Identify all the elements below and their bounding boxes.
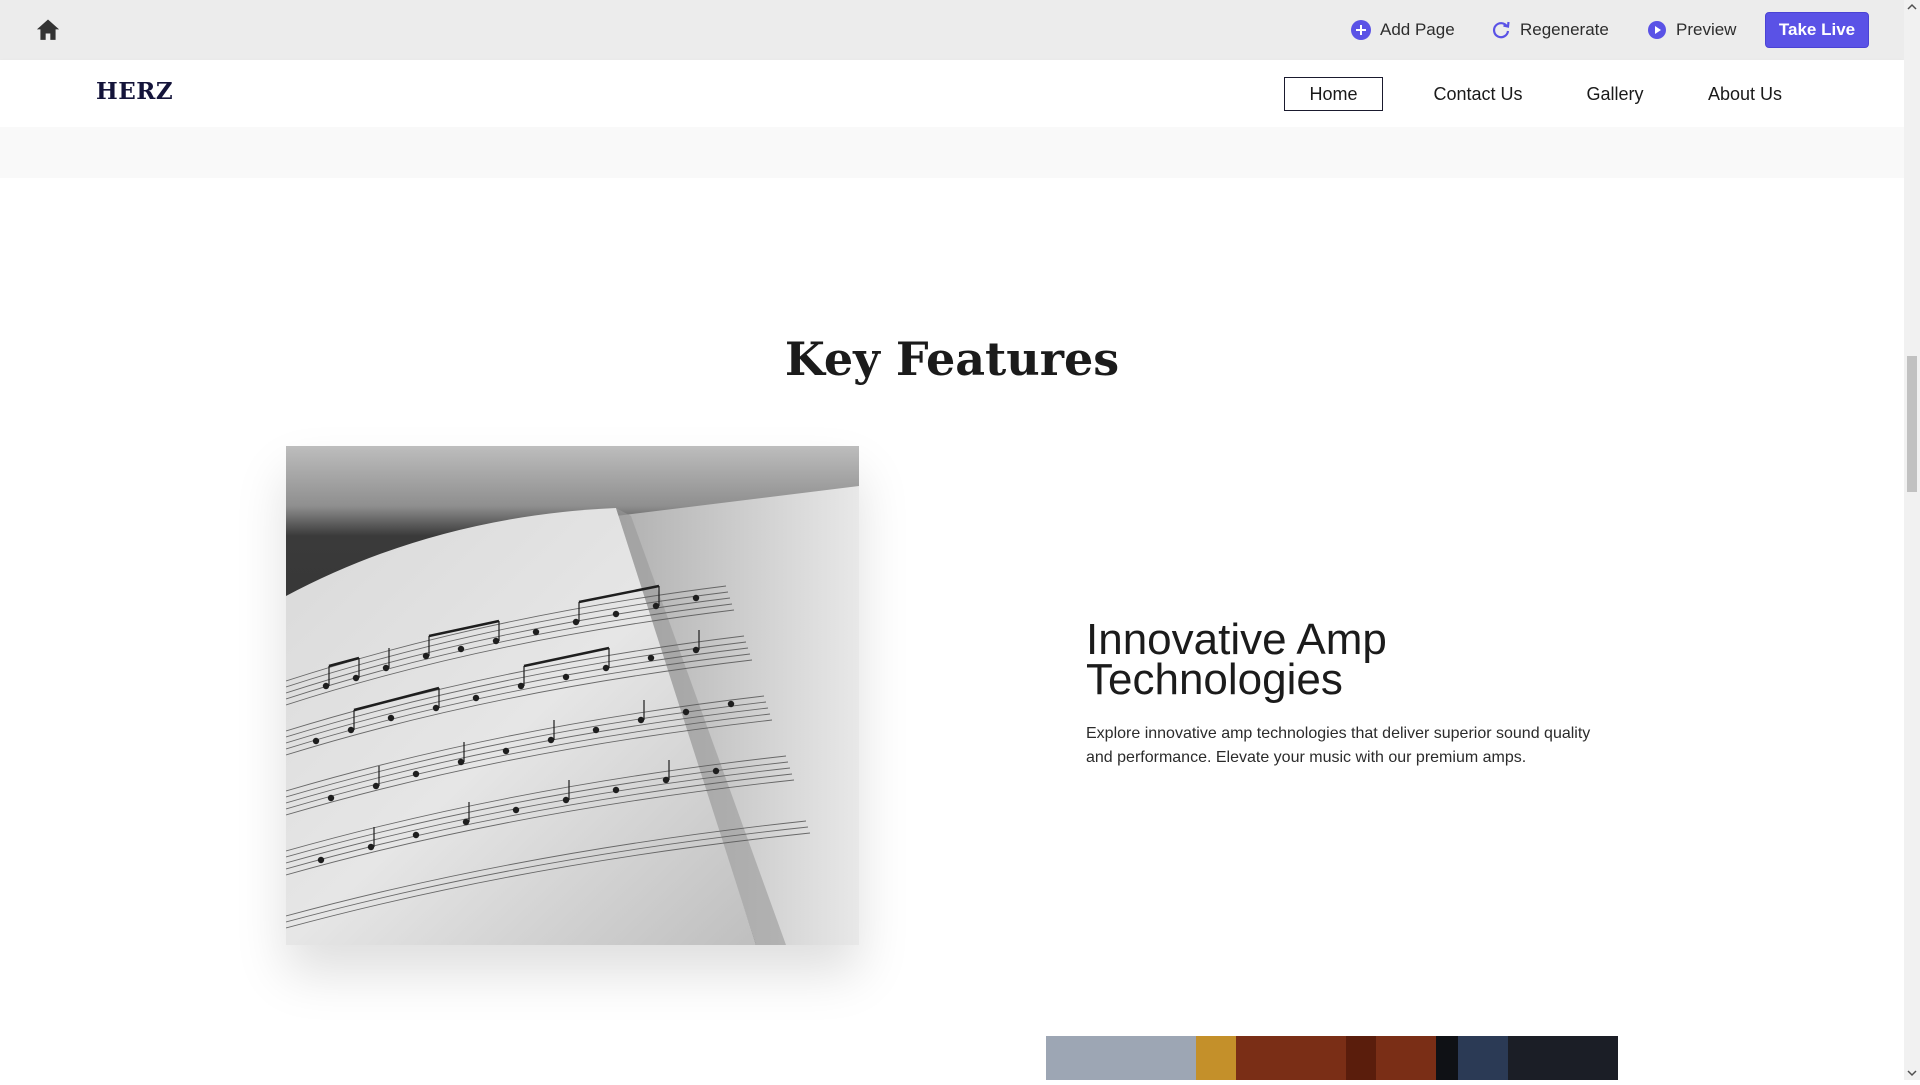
editor-toolbar: Add Page Regenerate Preview Take Live [0, 0, 1904, 60]
feature-title: Innovative Amp Technologies [1086, 615, 1387, 704]
nav-gallery[interactable]: Gallery [1580, 77, 1650, 111]
regenerate-button[interactable]: Regenerate [1490, 17, 1609, 43]
feature-description: Explore innovative amp technologies that… [1086, 725, 1591, 766]
guitar-amp-image [1046, 1036, 1618, 1080]
nav-about-us[interactable]: About Us [1700, 77, 1790, 111]
add-page-button[interactable]: Add Page [1350, 17, 1455, 43]
sheet-music-image [286, 446, 859, 945]
home-icon[interactable] [34, 16, 62, 44]
take-live-button[interactable]: Take Live [1765, 12, 1869, 48]
scroll-down-icon[interactable] [1904, 1066, 1920, 1080]
nav-home[interactable]: Home [1284, 77, 1383, 111]
header-spacer [0, 127, 1904, 178]
site-header: HERZ Home Contact Us Gallery About Us [0, 60, 1904, 127]
preview-label: Preview [1676, 20, 1737, 39]
plus-circle-icon [1350, 19, 1372, 41]
site-logo[interactable]: HERZ [96, 78, 173, 105]
section-title: Key Features [784, 332, 1120, 386]
page-scrollbar[interactable] [1904, 0, 1920, 1080]
add-page-label: Add Page [1380, 20, 1455, 39]
scroll-thumb[interactable] [1907, 356, 1917, 492]
preview-button[interactable]: Preview [1646, 17, 1736, 43]
nav-contact-us[interactable]: Contact Us [1420, 77, 1536, 111]
scroll-up-icon[interactable] [1904, 0, 1920, 14]
play-circle-icon [1646, 19, 1668, 41]
regenerate-label: Regenerate [1520, 20, 1609, 39]
refresh-icon [1490, 19, 1512, 41]
